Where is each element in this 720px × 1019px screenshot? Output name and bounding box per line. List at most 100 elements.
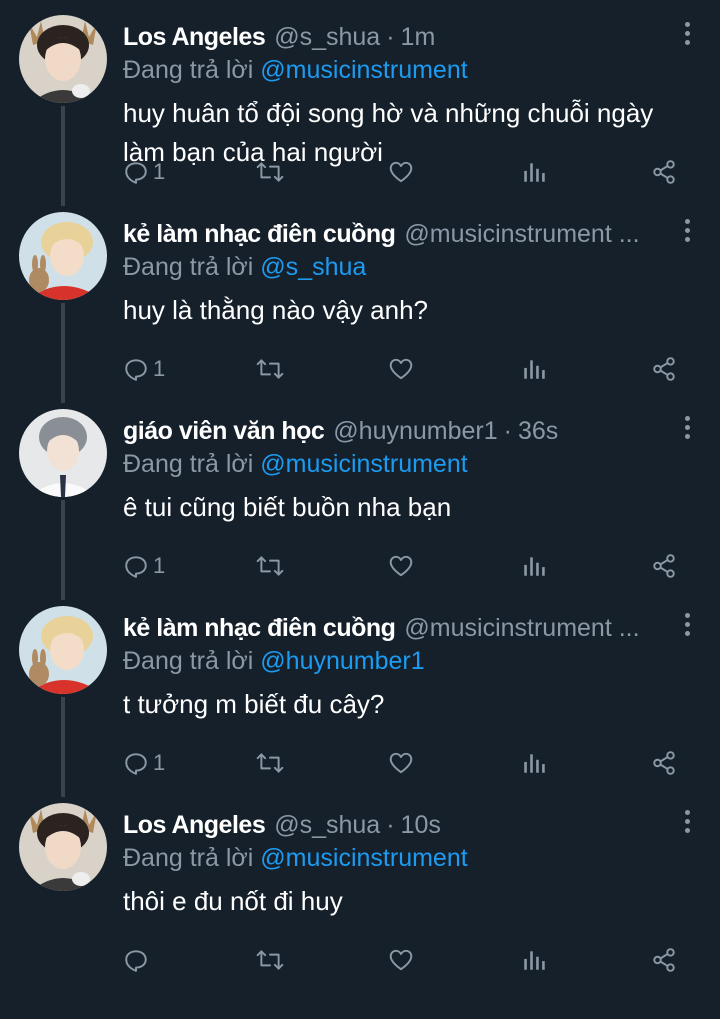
retweet-button[interactable] — [256, 354, 284, 384]
tweet-content: Los Angeles @s_shua · 1m Đang trả lời @m… — [123, 20, 690, 172]
separator-dot: · — [503, 417, 512, 445]
tweet[interactable]: giáo viên văn học @huynumber1 · 36s Đang… — [0, 394, 720, 600]
timestamp[interactable]: 36s — [518, 414, 558, 448]
reply-icon — [125, 950, 147, 972]
user-handle[interactable]: @s_shua — [274, 808, 380, 842]
like-button[interactable] — [388, 551, 414, 581]
retweet-button[interactable] — [256, 945, 284, 975]
tweet-text: huy là thằng nào vậy anh? — [123, 295, 429, 325]
thread-line — [61, 500, 65, 600]
display-name[interactable]: Los Angeles — [123, 20, 266, 54]
tweet[interactable]: Los Angeles @s_shua · 1m Đang trả lời @m… — [0, 0, 720, 206]
replying-to-line: Đang trả lời @musicinstrument — [123, 54, 690, 86]
user-handle[interactable]: @huynumber1 — [333, 414, 497, 448]
replying-mention[interactable]: @s_shua — [260, 253, 366, 281]
reply-count: 1 — [153, 553, 166, 578]
tweet-actions: 1 — [123, 551, 683, 591]
reply-button[interactable]: 1 — [123, 748, 165, 778]
like-button[interactable] — [388, 354, 414, 384]
heart-icon — [389, 949, 413, 971]
tweet-actions — [123, 945, 683, 985]
share-icon — [653, 751, 675, 775]
reply-icon — [125, 359, 147, 381]
tweet-content: giáo viên văn học @huynumber1 · 36s Đang… — [123, 414, 690, 527]
share-button[interactable] — [651, 748, 677, 778]
share-icon — [653, 948, 675, 972]
retweet-button[interactable] — [256, 551, 284, 581]
replying-mention[interactable]: @musicinstrument — [260, 844, 467, 872]
tweet-content: kẻ làm nhạc điên cuồng @musicinstrument … — [123, 611, 690, 724]
more-vertical-icon[interactable] — [682, 810, 692, 838]
heart-icon — [389, 752, 413, 774]
analytics-button[interactable] — [521, 157, 547, 187]
retweet-button[interactable] — [256, 748, 284, 778]
reply-button[interactable]: 1 — [123, 157, 165, 187]
tweet-actions: 1 — [123, 157, 683, 197]
replying-prefix: Đang trả lời — [123, 647, 254, 675]
more-vertical-icon[interactable] — [682, 613, 692, 641]
analytics-button[interactable] — [521, 748, 547, 778]
avatar[interactable] — [19, 803, 107, 891]
avatar[interactable] — [19, 409, 107, 497]
share-button[interactable] — [651, 354, 677, 384]
tweet[interactable]: kẻ làm nhạc điên cuồng @musicinstrument … — [0, 591, 720, 797]
display-name[interactable]: kẻ làm nhạc điên cuồng — [123, 217, 396, 251]
reply-count: 1 — [153, 356, 166, 381]
like-button[interactable] — [388, 157, 414, 187]
retweet-button[interactable] — [256, 157, 284, 187]
reply-button[interactable]: 1 — [123, 551, 165, 581]
avatar[interactable] — [19, 15, 107, 103]
replying-to-line: Đang trả lời @musicinstrument — [123, 842, 690, 874]
analytics-icon — [524, 951, 545, 970]
tweet-header: kẻ làm nhạc điên cuồng @musicinstrument … — [123, 611, 690, 645]
avatar[interactable] — [19, 212, 107, 300]
share-button[interactable] — [651, 551, 677, 581]
tweet-actions: 1 — [123, 748, 683, 788]
tweet[interactable]: Los Angeles @s_shua · 10s Đang trả lời @… — [0, 788, 720, 985]
tweet-text: ê tui cũng biết buồn nha bạn — [123, 492, 452, 522]
replying-to-line: Đang trả lời @musicinstrument — [123, 448, 690, 480]
display-name[interactable]: kẻ làm nhạc điên cuồng — [123, 611, 396, 645]
user-handle[interactable]: @musicinstrument ... — [404, 611, 639, 645]
replying-mention[interactable]: @musicinstrument — [260, 450, 467, 478]
analytics-button[interactable] — [521, 551, 547, 581]
analytics-button[interactable] — [521, 945, 547, 975]
more-vertical-icon[interactable] — [682, 219, 692, 247]
separator-dot: · — [386, 811, 395, 839]
more-vertical-icon[interactable] — [682, 416, 692, 444]
tweet-content: Los Angeles @s_shua · 10s Đang trả lời @… — [123, 808, 690, 921]
share-button[interactable] — [651, 945, 677, 975]
heart-icon — [389, 161, 413, 183]
share-button[interactable] — [651, 157, 677, 187]
analytics-button[interactable] — [521, 354, 547, 384]
reply-count: 1 — [153, 750, 166, 775]
display-name[interactable]: giáo viên văn học — [123, 414, 325, 448]
replying-prefix: Đang trả lời — [123, 253, 254, 281]
replying-mention[interactable]: @musicinstrument — [260, 56, 467, 84]
tweet-header: Los Angeles @s_shua · 10s — [123, 808, 690, 842]
tweet-text: t tưởng m biết đu cây? — [123, 689, 385, 719]
like-button[interactable] — [388, 748, 414, 778]
replying-to-line: Đang trả lời @s_shua — [123, 251, 690, 283]
retweet-icon — [256, 162, 284, 182]
reply-button[interactable]: 1 — [123, 354, 165, 384]
timestamp[interactable]: 10s — [401, 808, 441, 842]
tweet[interactable]: kẻ làm nhạc điên cuồng @musicinstrument … — [0, 197, 720, 403]
heart-icon — [389, 358, 413, 380]
user-handle[interactable]: @musicinstrument ... — [404, 217, 639, 251]
analytics-icon — [524, 754, 545, 773]
avatar[interactable] — [19, 606, 107, 694]
analytics-icon — [524, 360, 545, 379]
share-icon — [653, 357, 675, 381]
more-vertical-icon[interactable] — [682, 22, 692, 50]
display-name[interactable]: Los Angeles — [123, 808, 266, 842]
retweet-icon — [256, 950, 284, 970]
reply-button[interactable] — [123, 945, 153, 975]
timestamp[interactable]: 1m — [401, 20, 436, 54]
retweet-icon — [256, 556, 284, 576]
replying-mention[interactable]: @huynumber1 — [260, 647, 424, 675]
like-button[interactable] — [388, 945, 414, 975]
reply-count: 1 — [153, 159, 166, 184]
share-icon — [653, 160, 675, 184]
user-handle[interactable]: @s_shua — [274, 20, 380, 54]
